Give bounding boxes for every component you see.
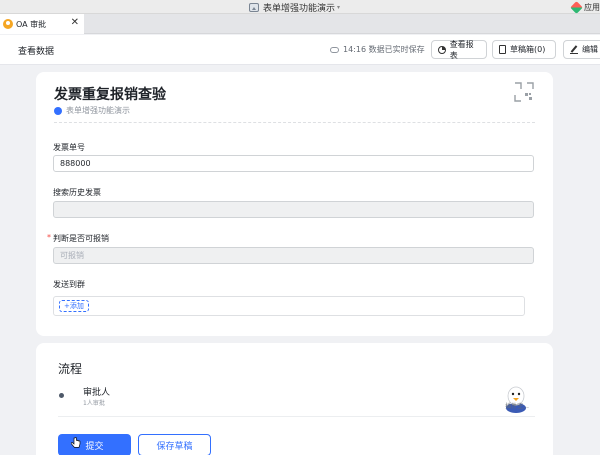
pen-icon [570,46,578,54]
tab-bar: OA 审批 ✕ [0,14,600,34]
image-icon [249,2,259,12]
right-app-button[interactable]: 应用 [570,0,600,14]
edit-label: 编辑 [582,45,598,54]
tab-label: OA 审批 [16,19,47,29]
qr-code-icon[interactable] [514,82,534,102]
approver-name: 插件空... [505,403,529,410]
page-header: 查看数据 14:16 数据已实时保存 查看报表 草稿箱(0) 编辑 [0,35,600,65]
document-icon [499,45,506,54]
reimbursable-field[interactable]: 可报销 [53,247,534,264]
flow-title: 流程 [58,362,83,376]
view-report-label: 查看报表 [449,39,474,60]
chevron-down-icon[interactable]: ▾ [337,4,340,11]
app-title-text: 表单增强功能演示 [263,3,336,14]
cloud-icon [330,46,339,53]
right-app-label: 应用 [584,2,600,12]
save-status: 14:16 数据已实时保存 [330,44,425,55]
form-subtitle-text: 表单增强功能演示 [66,106,130,115]
edit-button[interactable]: 编辑 [563,40,600,59]
send-to-group-box: +添加 [53,296,525,316]
reimbursable-label-text: 判断是否可报销 [53,234,109,243]
page-title: 查看数据 [18,47,55,57]
search-history-label: 搜索历史发票 [53,188,101,197]
save-status-text: 14:16 数据已实时保存 [343,45,425,54]
form-card: 发票重复报销查验 表单增强功能演示 发票单号 888000 搜索历史发票 * 判… [36,72,553,336]
invoice-number-label: 发票单号 [53,143,85,152]
flow-divider [58,416,535,417]
flow-card: 流程 审批人 1人审批 插件空... 提交 保存草稿 [36,343,553,455]
form-subtitle: 表单增强功能演示 [54,105,130,116]
app-badge-icon [54,106,62,115]
approver-avatar[interactable] [501,378,531,416]
save-draft-button[interactable]: 保存草稿 [138,434,211,455]
close-icon[interactable]: ✕ [71,17,79,28]
required-mark: * [47,233,51,242]
flow-node-meta: 1人审批 [83,400,105,407]
form-title: 发票重复报销查验 [54,87,166,103]
app-logo-icon [570,0,583,14]
tab-oa-approval[interactable]: OA 审批 ✕ [0,14,84,34]
pie-chart-icon [438,45,446,54]
app-title: 表单增强功能演示 ▾ [249,0,340,14]
submit-button[interactable]: 提交 [58,434,131,455]
search-history-field[interactable] [53,201,534,218]
reimbursable-label: * 判断是否可报销 [47,233,109,244]
view-report-button[interactable]: 查看报表 [431,39,487,60]
title-divider [54,122,535,123]
drafts-button[interactable]: 草稿箱(0) [492,40,556,59]
send-to-group-label: 发送到群 [53,280,85,289]
add-group-button[interactable]: +添加 [59,300,89,312]
invoice-number-field[interactable]: 888000 [53,155,534,172]
user-icon [3,19,13,29]
drafts-label: 草稿箱(0) [510,45,546,54]
flow-node-name: 审批人 [83,388,111,398]
hand-cursor-icon [71,437,81,448]
window-titlebar: 表单增强功能演示 ▾ 应用 [0,0,600,14]
flow-node-dot [59,393,64,398]
